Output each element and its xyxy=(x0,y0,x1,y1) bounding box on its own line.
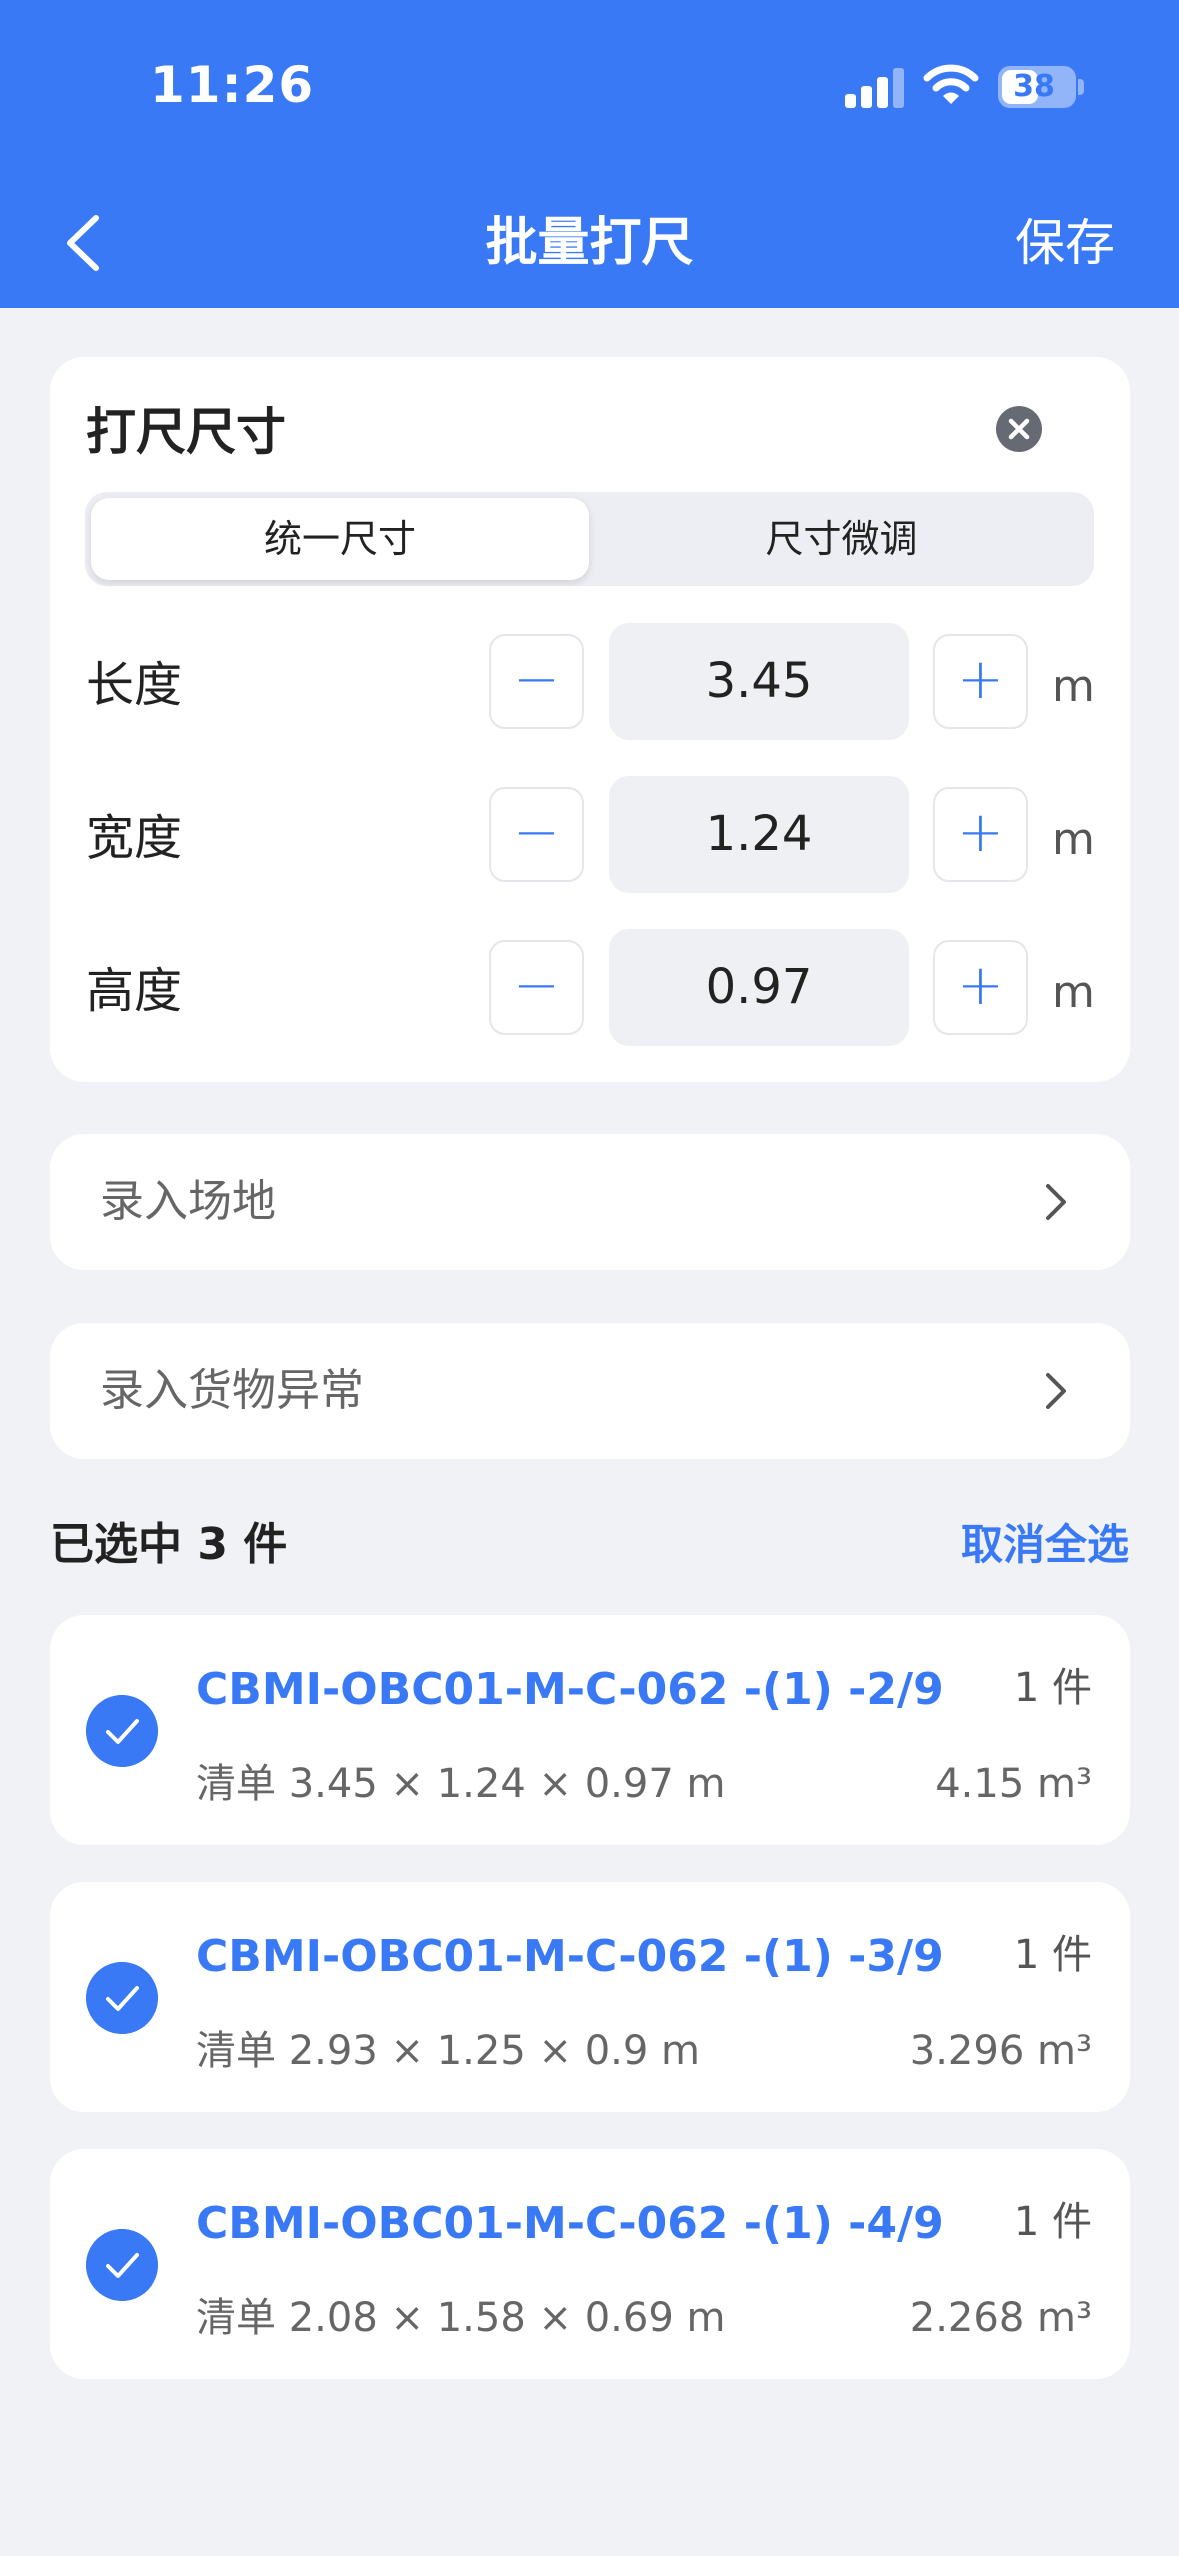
item-dimensions: 清单 3.45 × 1.24 × 0.97 m xyxy=(196,1761,726,1807)
cellular-signal-icon xyxy=(845,66,907,108)
height-unit: m xyxy=(1052,967,1095,1018)
length-plus-button[interactable]: + xyxy=(933,634,1028,729)
battery-level: 38 xyxy=(1013,69,1055,104)
item-dimensions: 清单 2.93 × 1.25 × 0.9 m xyxy=(196,2028,701,2074)
height-label: 高度 xyxy=(86,963,183,1019)
width-input[interactable]: 1.24 xyxy=(609,776,909,893)
cargo-anomaly-label: 录入货物异常 xyxy=(100,1365,364,1416)
list-item[interactable]: CBMI-OBC01-M-C-062 -(1) -4/9 1 件 清单 2.08… xyxy=(50,2149,1130,2379)
height-minus-button[interactable]: − xyxy=(489,940,584,1035)
item-volume: 3.296 m³ xyxy=(909,2028,1092,2074)
page-title: 批量打尺 xyxy=(485,213,694,273)
list-item[interactable]: CBMI-OBC01-M-C-062 -(1) -2/9 1 件 清单 3.45… xyxy=(50,1615,1130,1845)
cargo-anomaly-row[interactable]: 录入货物异常 xyxy=(50,1323,1130,1459)
length-minus-button[interactable]: − xyxy=(489,634,584,729)
size-mode-segmented-control: 统一尺寸 尺寸微调 xyxy=(85,492,1094,586)
item-code: CBMI-OBC01-M-C-062 -(1) -3/9 xyxy=(196,1931,944,1982)
length-label: 长度 xyxy=(86,657,183,713)
app-header: 11:26 38 批量打尺 保存 xyxy=(0,0,1179,308)
battery-cap xyxy=(1078,79,1084,95)
chevron-right-icon xyxy=(1046,1184,1066,1220)
chevron-right-icon xyxy=(1046,1373,1066,1409)
checkbox-checked-icon[interactable] xyxy=(86,2229,158,2301)
item-quantity: 1 件 xyxy=(1013,2199,1092,2245)
item-quantity: 1 件 xyxy=(1013,1932,1092,1978)
width-minus-button[interactable]: − xyxy=(489,787,584,882)
height-input[interactable]: 0.97 xyxy=(609,929,909,1046)
item-code: CBMI-OBC01-M-C-062 -(1) -4/9 xyxy=(196,2198,944,2249)
selection-summary: 已选中 3 件 xyxy=(50,1519,288,1570)
length-unit: m xyxy=(1052,661,1095,712)
checkbox-checked-icon[interactable] xyxy=(86,1962,158,2034)
save-button[interactable]: 保存 xyxy=(1015,208,1115,278)
list-item[interactable]: CBMI-OBC01-M-C-062 -(1) -3/9 1 件 清单 2.93… xyxy=(50,1882,1130,2112)
width-unit: m xyxy=(1052,814,1095,865)
item-volume: 4.15 m³ xyxy=(935,1761,1092,1807)
item-dimensions: 清单 2.08 × 1.58 × 0.69 m xyxy=(196,2295,726,2341)
item-volume: 2.268 m³ xyxy=(909,2295,1092,2341)
site-entry-label: 录入场地 xyxy=(100,1176,276,1227)
width-label: 宽度 xyxy=(86,810,183,866)
size-card-title: 打尺尺寸 xyxy=(86,403,286,461)
status-time: 11:26 xyxy=(150,56,315,114)
battery-icon: 38 xyxy=(998,66,1076,108)
close-icon[interactable] xyxy=(996,406,1042,452)
height-plus-button[interactable]: + xyxy=(933,940,1028,1035)
tab-size-adjust[interactable]: 尺寸微调 xyxy=(595,498,1088,580)
width-plus-button[interactable]: + xyxy=(933,787,1028,882)
item-quantity: 1 件 xyxy=(1013,1665,1092,1711)
deselect-all-button[interactable]: 取消全选 xyxy=(961,1510,1129,1580)
item-code: CBMI-OBC01-M-C-062 -(1) -2/9 xyxy=(196,1664,944,1715)
tab-uniform-size[interactable]: 统一尺寸 xyxy=(91,498,589,580)
wifi-icon xyxy=(923,64,979,104)
checkbox-checked-icon[interactable] xyxy=(86,1695,158,1767)
site-entry-row[interactable]: 录入场地 xyxy=(50,1134,1130,1270)
length-input[interactable]: 3.45 xyxy=(609,623,909,740)
